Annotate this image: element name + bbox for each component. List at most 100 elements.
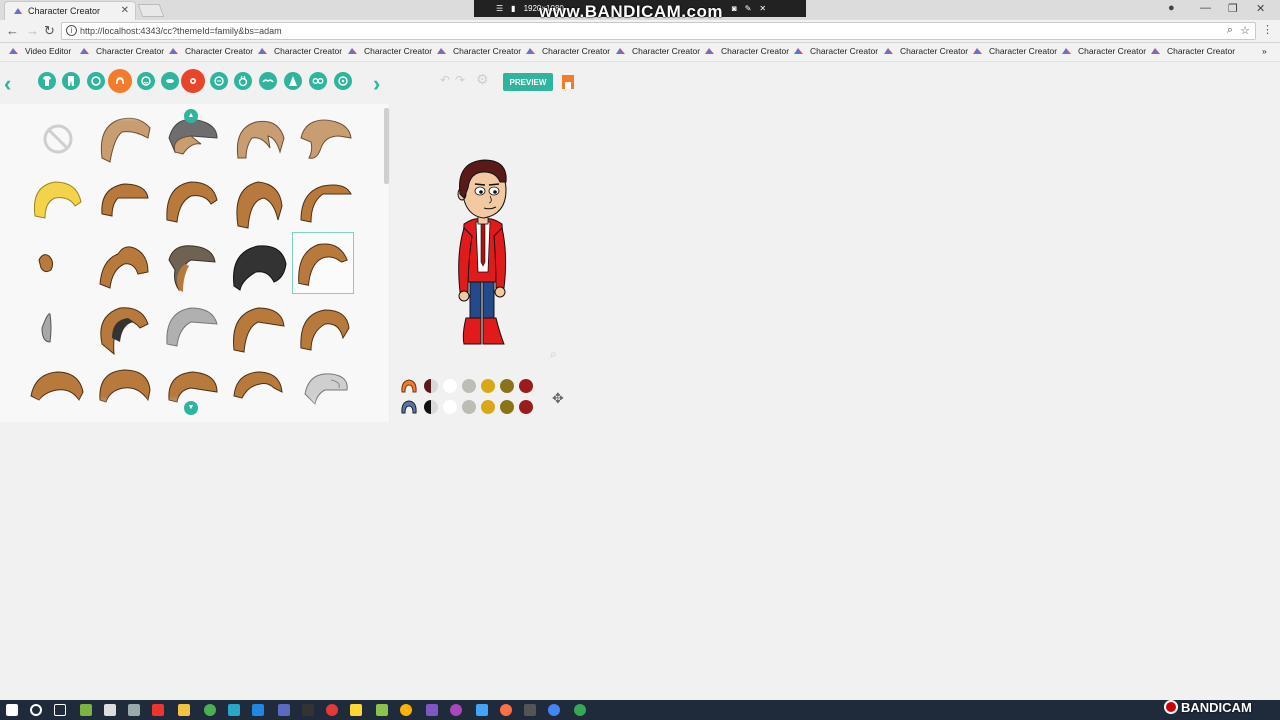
category-hair[interactable] xyxy=(108,69,132,93)
menu-icon[interactable]: ☰ xyxy=(496,4,503,13)
color-swatch[interactable] xyxy=(481,400,495,414)
category-accessory[interactable] xyxy=(334,72,352,90)
redo-icon[interactable]: ↷ xyxy=(455,73,465,87)
category-nose[interactable] xyxy=(210,72,228,90)
hair-option[interactable] xyxy=(161,234,223,296)
firefox-icon[interactable] xyxy=(500,704,512,716)
category-lower-body[interactable] xyxy=(62,72,80,90)
search-icon[interactable]: ⌕ xyxy=(1227,24,1233,37)
color-swatch[interactable] xyxy=(519,379,533,393)
category-face[interactable] xyxy=(137,72,155,90)
bookmark-item[interactable]: Character Creator xyxy=(883,46,968,56)
taskbar-app-icon[interactable] xyxy=(400,704,412,716)
taskbar-app-icon[interactable] xyxy=(326,704,338,716)
taskbar-app-icon[interactable] xyxy=(350,704,362,716)
settings-gear-icon[interactable]: ⚙ xyxy=(476,71,489,88)
color-swatch[interactable] xyxy=(462,400,476,414)
reload-icon[interactable]: ↻ xyxy=(44,23,55,39)
chrome-icon[interactable] xyxy=(548,704,560,716)
color-swatch[interactable] xyxy=(462,379,476,393)
bookmark-item[interactable]: Character Creator xyxy=(615,46,700,56)
back-icon[interactable]: ← xyxy=(6,23,19,38)
taskbar-app-icon[interactable] xyxy=(302,704,314,716)
close-window-icon[interactable]: ✕ xyxy=(1256,2,1265,15)
taskbar-app-icon[interactable] xyxy=(204,704,216,716)
hair-option[interactable] xyxy=(161,172,223,234)
hair-option[interactable] xyxy=(94,172,156,234)
taskbar-app-icon[interactable] xyxy=(80,704,92,716)
color-swatch[interactable] xyxy=(443,400,457,414)
taskbar-app-icon[interactable] xyxy=(524,704,536,716)
taskbar-app-icon[interactable] xyxy=(476,704,488,716)
bookmark-item[interactable]: Character Creator xyxy=(257,46,342,56)
taskbar-app-icon[interactable] xyxy=(252,704,264,716)
taskbar-app-icon[interactable] xyxy=(450,704,462,716)
category-eyebrows[interactable] xyxy=(259,72,277,90)
zoom-icon[interactable]: ⌕ xyxy=(550,347,557,362)
chrome-icon[interactable] xyxy=(574,704,586,716)
category-prev-icon[interactable]: ‹ xyxy=(4,71,11,97)
bookmark-item[interactable]: Character Creator xyxy=(972,46,1057,56)
minimize-icon[interactable]: — xyxy=(1200,2,1211,14)
save-store-icon[interactable] xyxy=(561,74,575,90)
hair-option[interactable] xyxy=(228,298,290,360)
hair-option[interactable] xyxy=(295,298,357,360)
screenshot-icon[interactable]: ◙ xyxy=(732,4,737,13)
close-tab-icon[interactable]: ✕ xyxy=(121,5,129,16)
bookmark-item[interactable]: Video Editor xyxy=(8,46,71,56)
hair-option[interactable] xyxy=(161,298,223,360)
color-swatch[interactable] xyxy=(481,379,495,393)
forward-icon[interactable]: → xyxy=(26,23,39,38)
browser-tab[interactable]: Character Creator ✕ xyxy=(4,1,136,20)
bookmark-item[interactable]: Character Creator xyxy=(704,46,789,56)
taskbar-app-icon[interactable] xyxy=(376,704,388,716)
hair-option[interactable] xyxy=(94,234,156,296)
taskbar-app-icon[interactable] xyxy=(104,704,116,716)
close-recording-icon[interactable]: ✕ xyxy=(759,4,766,13)
restore-icon[interactable]: ❐ xyxy=(1228,2,1238,15)
taskbar-app-icon[interactable] xyxy=(152,704,164,716)
category-beard[interactable] xyxy=(284,72,302,90)
category-head[interactable] xyxy=(87,72,105,90)
hair-option[interactable] xyxy=(228,234,290,296)
address-bar[interactable]: i http://localhost:4343/cc?themeId=famil… xyxy=(61,22,1256,40)
profile-icon[interactable]: ● xyxy=(1168,2,1175,14)
bookmark-item[interactable]: Character Creator xyxy=(347,46,432,56)
taskbar-app-icon[interactable] xyxy=(228,704,240,716)
bookmark-item[interactable]: Character Creator xyxy=(1150,46,1235,56)
bookmark-item[interactable]: Character Creator xyxy=(1061,46,1146,56)
hair-option-selected[interactable] xyxy=(292,232,354,294)
taskbar-app-icon[interactable] xyxy=(278,704,290,716)
hair-option[interactable] xyxy=(27,172,89,234)
hair-option[interactable] xyxy=(94,298,156,360)
bookmark-item[interactable]: Character Creator xyxy=(168,46,253,56)
bookmarks-overflow-icon[interactable]: » xyxy=(1262,46,1267,56)
hair-option[interactable] xyxy=(295,172,357,234)
color-swatch[interactable] xyxy=(500,400,514,414)
grid-scrollbar[interactable] xyxy=(384,108,389,184)
undo-icon[interactable]: ↶ xyxy=(440,73,450,87)
hair-option[interactable] xyxy=(228,172,290,234)
color-swatch[interactable] xyxy=(424,400,438,414)
task-view-icon[interactable] xyxy=(54,704,66,716)
bookmark-item[interactable]: Character Creator xyxy=(436,46,521,56)
info-icon[interactable]: i xyxy=(66,25,77,36)
bookmark-star-icon[interactable]: ☆ xyxy=(1240,24,1250,37)
bookmark-item[interactable]: Character Creator xyxy=(793,46,878,56)
pencil-icon[interactable]: ✎ xyxy=(745,4,752,13)
taskbar-app-icon[interactable] xyxy=(128,704,140,716)
category-ears[interactable] xyxy=(234,72,252,90)
color-swatch[interactable] xyxy=(424,379,438,393)
file-explorer-icon[interactable] xyxy=(178,704,190,716)
search-taskbar-icon[interactable] xyxy=(30,704,42,716)
category-glasses[interactable] xyxy=(309,72,327,90)
color-swatch[interactable] xyxy=(519,400,533,414)
move-arrows-icon[interactable]: ✥ xyxy=(552,390,564,407)
category-mouth[interactable] xyxy=(161,72,179,90)
new-tab-button[interactable] xyxy=(137,4,165,17)
scroll-up-icon[interactable]: ▲ xyxy=(184,109,198,123)
bookmark-item[interactable]: Character Creator xyxy=(79,46,164,56)
category-eyes[interactable] xyxy=(181,69,205,93)
hair-option[interactable] xyxy=(14,298,76,360)
bookmark-item[interactable]: Character Creator xyxy=(525,46,610,56)
